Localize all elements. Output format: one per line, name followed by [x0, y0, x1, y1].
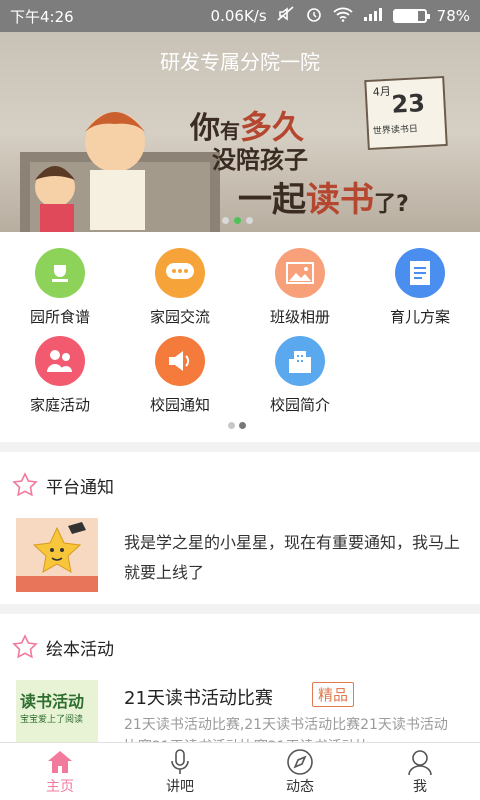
grid-item-recipe[interactable]: 园所食谱: [0, 248, 120, 327]
building-icon: [275, 336, 325, 386]
alarm-icon: [305, 5, 323, 27]
premium-badge: 精品: [312, 682, 355, 707]
star-outline-icon: [12, 472, 38, 497]
battery-icon: [392, 9, 430, 23]
thumb-title: 读书活动: [20, 692, 85, 711]
banner-slogan-line3: 一起读书了?: [238, 172, 409, 221]
mute-icon: [277, 6, 295, 26]
banner-title: 研发专属分院一院: [160, 50, 320, 74]
banner-carousel[interactable]: 研发专属分院一院 4月 23 世界读书日 你有多久 没陪孩子 一起读书了?: [0, 32, 480, 232]
user-icon: [406, 748, 434, 776]
home-icon: [46, 748, 74, 776]
photo-icon: [275, 248, 325, 298]
grid-item-notice[interactable]: 校园通知: [120, 336, 240, 415]
network-speed: 0.06K/s: [210, 7, 267, 25]
grid-item-intro[interactable]: 校园简介: [240, 336, 360, 415]
slogan-text: 了?: [374, 192, 409, 217]
grid-item-label: 园所食谱: [29, 308, 90, 326]
section-title: 绘本活动: [46, 639, 114, 660]
notice-thumbnail[interactable]: [16, 518, 98, 592]
activity-thumbnail[interactable]: 读书活动 宝宝爱上了阅读: [16, 680, 98, 744]
tab-talk[interactable]: 讲吧: [120, 743, 240, 800]
status-right: 0.06K/s 78%: [211, 5, 470, 27]
banner-page-indicator: [222, 217, 253, 224]
speaker-icon: [155, 336, 205, 386]
grid-item-label: 班级相册: [269, 308, 330, 326]
grid-item-label: 家园交流: [149, 308, 210, 326]
tab-label: 动态: [286, 778, 314, 795]
tab-me[interactable]: 我: [360, 743, 480, 800]
calendar-month: 4月: [372, 84, 392, 99]
family-icon: [35, 336, 85, 386]
grid-dot-active: [239, 422, 246, 429]
tab-home[interactable]: 主页: [0, 743, 120, 800]
compass-icon: [286, 748, 314, 776]
function-grid: 园所食谱 家园交流 班级相册 育儿方案 家庭活动 校园通知 校园简介: [0, 232, 480, 442]
calendar-text: 世界读书日: [372, 124, 419, 137]
grid-dot: [228, 422, 235, 429]
grid-item-family[interactable]: 家庭活动: [0, 336, 120, 415]
banner-dot: [246, 217, 253, 224]
slogan-text: 一起: [238, 180, 306, 220]
bottom-tab-bar: 主页 讲吧 动态 我: [0, 742, 480, 800]
signal-icon: [363, 7, 383, 25]
tab-label: 讲吧: [166, 778, 194, 795]
recipe-icon: [35, 248, 85, 298]
banner-slogan-line2: 没陪孩子: [212, 146, 308, 174]
picture-book-section: 绘本活动 读书活动 宝宝爱上了阅读 21天读书活动比赛 精品 21天读书活动比赛…: [0, 614, 480, 744]
notice-text[interactable]: 我是学之星的小星星，现在有重要通知，我马上就要上线了: [124, 528, 464, 588]
grid-item-parenting[interactable]: 育儿方案: [360, 248, 480, 327]
microphone-icon: [168, 748, 192, 776]
calendar-page: 4月 23 世界读书日: [364, 75, 448, 151]
wifi-icon: [333, 6, 353, 26]
grid-item-chat[interactable]: 家园交流: [120, 248, 240, 327]
grid-item-label: 育儿方案: [389, 308, 450, 326]
document-icon: [395, 248, 445, 298]
grid-item-label: 校园通知: [149, 396, 210, 414]
banner-dot-active: [234, 217, 241, 224]
grid-page-indicator: [228, 422, 246, 429]
section-header: 平台通知: [0, 452, 480, 518]
status-bar: 下午4:26 0.06K/s 78%: [0, 0, 480, 32]
activity-desc: 21天读书活动比赛,21天读书活动比赛21天读书活动比赛21天读书活动比赛21天…: [124, 717, 448, 744]
grid-item-label: 校园简介: [269, 396, 330, 414]
banner-dot: [222, 217, 229, 224]
tab-label: 主页: [46, 778, 74, 795]
tab-feed[interactable]: 动态: [240, 743, 360, 800]
calendar-day: 23: [390, 89, 426, 119]
section-header: 绘本活动: [0, 614, 480, 680]
section-title: 平台通知: [46, 477, 114, 498]
grid-item-label: 家庭活动: [29, 396, 90, 414]
chat-icon: [155, 248, 205, 298]
activity-title[interactable]: 21天读书活动比赛: [124, 684, 273, 710]
platform-notice-section: 平台通知 我是学之星的小星星，现在有重要通知，我马上就要上线了: [0, 452, 480, 604]
thumb-subtitle: 宝宝爱上了阅读: [20, 715, 84, 725]
status-time: 下午4:26: [10, 7, 74, 26]
grid-item-album[interactable]: 班级相册: [240, 248, 360, 327]
tab-label: 我: [413, 778, 427, 795]
star-outline-icon: [12, 634, 38, 659]
slogan-highlight: 读书: [306, 180, 374, 220]
battery-percent: 78%: [436, 7, 470, 25]
